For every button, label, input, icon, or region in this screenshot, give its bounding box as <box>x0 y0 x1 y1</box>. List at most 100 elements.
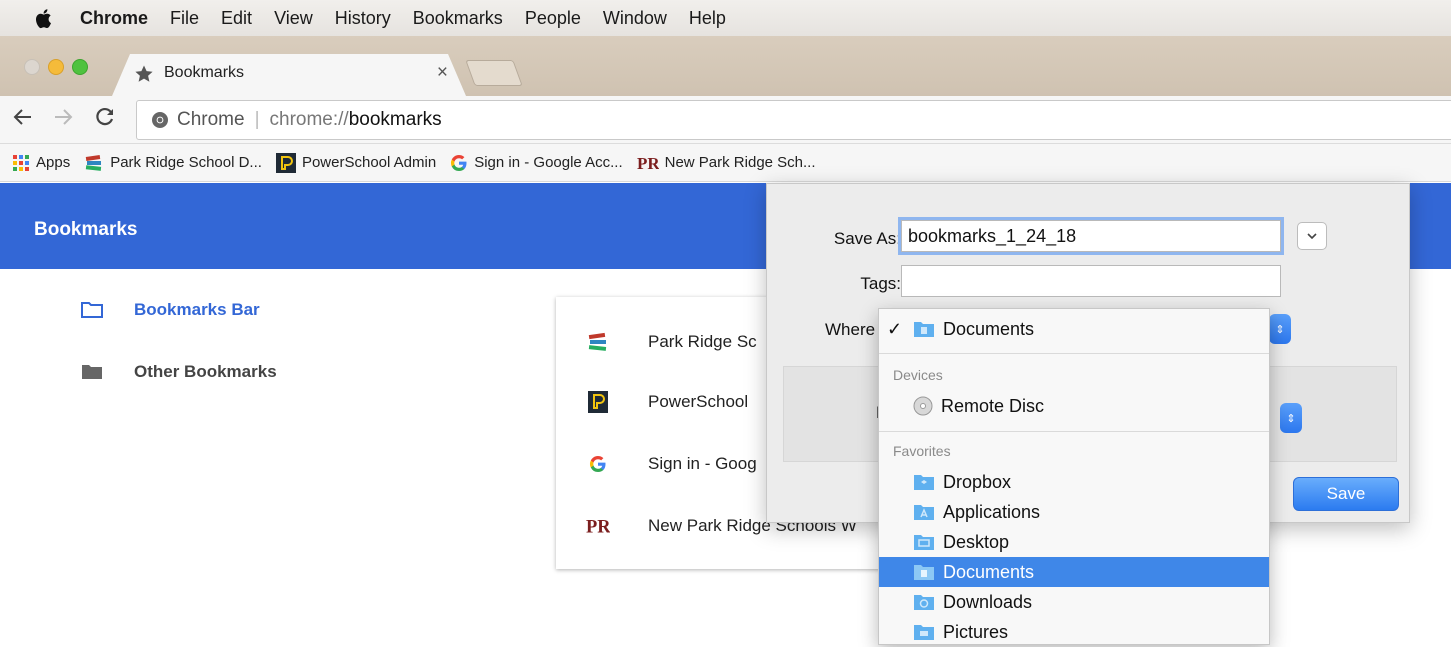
bookmark-label: New Park Ridge Sch... <box>664 154 816 171</box>
location-popup-menu: ✓ Documents Devices Remote Disc Favorite… <box>878 308 1270 645</box>
pr-icon: PR <box>637 154 659 172</box>
menu-item-label: Pictures <box>943 621 1009 642</box>
menu-chrome[interactable]: Chrome <box>80 8 148 29</box>
folder-outline-icon <box>80 300 104 320</box>
devices-heading: Devices <box>893 367 943 383</box>
tab-strip: Bookmarks × <box>0 36 1451 96</box>
books-icon <box>84 154 104 172</box>
url-host: bookmarks <box>348 109 442 130</box>
menu-people[interactable]: People <box>525 8 581 29</box>
menu-item-dropbox[interactable]: Dropbox <box>879 467 1269 497</box>
menu-item-label: Dropbox <box>943 471 1012 492</box>
powerschool-icon <box>275 152 296 173</box>
favorites-heading: Favorites <box>893 443 951 459</box>
window-minimize-light[interactable] <box>48 59 64 75</box>
apps-label: Apps <box>36 154 71 171</box>
forward-arrow-icon[interactable] <box>52 106 74 134</box>
address-bar[interactable]: Chrome | chrome:// bookmarks <box>136 100 1451 140</box>
star-icon <box>134 64 154 89</box>
menu-item-label: Documents <box>943 561 1035 582</box>
menu-item-pictures[interactable]: Pictures <box>879 617 1269 647</box>
sidebar-item-other-bookmarks[interactable]: Other Bookmarks <box>80 362 277 382</box>
menu-help[interactable]: Help <box>689 8 726 29</box>
menu-edit[interactable]: Edit <box>221 8 252 29</box>
menu-item-desktop[interactable]: Desktop <box>879 527 1269 557</box>
bookmark-new-park-ridge[interactable]: PR New Park Ridge Sch... <box>637 154 816 172</box>
menu-item-remote-disc[interactable]: Remote Disc <box>879 391 1269 421</box>
new-tab-button[interactable] <box>465 60 523 86</box>
menu-bookmarks[interactable]: Bookmarks <box>413 8 503 29</box>
menu-item-downloads[interactable]: Downloads <box>879 587 1269 617</box>
tab-close-icon[interactable]: × <box>437 62 448 84</box>
tags-input[interactable] <box>901 265 1281 297</box>
pictures-folder-icon <box>913 623 935 641</box>
chrome-chip-label: Chrome <box>177 109 245 130</box>
menu-divider <box>879 353 1269 354</box>
apps-shortcut[interactable]: Apps <box>12 154 70 172</box>
reload-icon[interactable] <box>94 106 116 134</box>
format-popup-stepper[interactable]: ⇕ <box>1280 403 1302 433</box>
sidebar-item-label: Other Bookmarks <box>134 362 277 381</box>
documents-folder-icon <box>913 320 935 338</box>
sidebar-item-label: Bookmarks Bar <box>134 300 260 319</box>
where-popup-stepper[interactable]: ⇕ <box>1269 314 1291 344</box>
svg-text:PR: PR <box>637 154 659 172</box>
chrome-chip[interactable]: Chrome <box>151 109 245 131</box>
bookmark-google-sign-in[interactable]: Sign in - Google Acc... <box>450 154 623 172</box>
menu-item-documents[interactable]: Documents <box>879 557 1269 587</box>
browser-toolbar: Chrome | chrome:// bookmarks <box>0 96 1451 144</box>
downloads-folder-icon <box>913 593 935 611</box>
menu-item-label: Downloads <box>943 591 1033 612</box>
tags-label: Tags: <box>860 274 901 293</box>
bookmark-powerschool-admin[interactable]: PowerSchool Admin <box>275 152 437 173</box>
documents-folder-icon <box>913 563 935 581</box>
save-as-input[interactable] <box>901 220 1281 252</box>
expand-dialog-button[interactable] <box>1297 222 1327 250</box>
menu-item-label: Documents <box>943 318 1035 339</box>
svg-text:PR: PR <box>586 516 610 536</box>
back-arrow-icon[interactable] <box>12 106 34 134</box>
google-icon <box>586 452 610 476</box>
address-separator: | <box>254 109 260 130</box>
save-button[interactable]: Save <box>1293 477 1399 511</box>
menu-item-current-documents[interactable]: ✓ Documents <box>879 314 1269 344</box>
powerschool-icon <box>586 390 610 414</box>
list-item-label: Park Ridge Sc <box>648 332 757 351</box>
menu-item-label: Desktop <box>943 531 1010 552</box>
tab-bookmarks[interactable]: Bookmarks × <box>112 54 466 96</box>
desktop-folder-icon <box>913 533 935 551</box>
save-as-label: Save As: <box>833 229 901 248</box>
bookmark-label: Park Ridge School D... <box>110 154 262 171</box>
bookmark-park-ridge-school[interactable]: Park Ridge School D... <box>84 154 262 172</box>
menu-history[interactable]: History <box>335 8 391 29</box>
sidebar-item-bookmarks-bar[interactable]: Bookmarks Bar <box>80 300 260 320</box>
bookmarks-bar: Apps Park Ridge School D... PowerSchool … <box>0 144 1451 182</box>
chrome-logo-icon <box>151 111 169 129</box>
apple-logo-icon[interactable] <box>34 8 56 29</box>
chevron-down-icon <box>1307 233 1317 239</box>
window-zoom-light[interactable] <box>72 59 88 75</box>
folder-icon <box>80 362 104 382</box>
menu-item-label: Remote Disc <box>941 395 1045 416</box>
google-icon <box>450 154 468 172</box>
menu-item-label: Applications <box>943 501 1041 522</box>
applications-folder-icon <box>913 503 935 521</box>
menu-window[interactable]: Window <box>603 8 667 29</box>
checkmark-icon: ✓ <box>887 318 903 339</box>
bookmark-label: Sign in - Google Acc... <box>474 154 623 171</box>
menu-view[interactable]: View <box>274 8 313 29</box>
window-close-light[interactable] <box>24 59 40 75</box>
list-item-label: PowerSchool <box>648 392 749 411</box>
bookmark-label: PowerSchool Admin <box>301 154 437 171</box>
list-item-label: Sign in - Goog <box>648 454 757 473</box>
tab-title: Bookmarks <box>164 64 245 81</box>
menu-divider <box>879 431 1269 432</box>
books-icon <box>586 330 610 354</box>
pr-icon: PR <box>586 514 610 538</box>
menu-item-applications[interactable]: Applications <box>879 497 1269 527</box>
apps-grid-icon <box>12 154 30 172</box>
menu-file[interactable]: File <box>170 8 199 29</box>
dropbox-folder-icon <box>913 473 935 491</box>
page-title: Bookmarks <box>34 219 138 240</box>
mac-menu-bar: Chrome File Edit View History Bookmarks … <box>0 0 1451 36</box>
